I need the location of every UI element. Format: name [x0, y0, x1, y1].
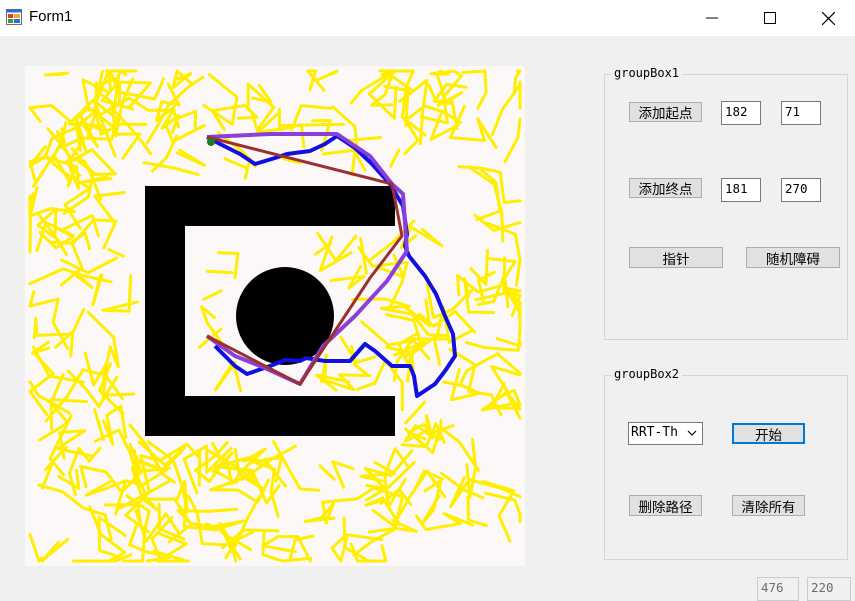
status-value-b: 220: [807, 577, 851, 601]
rrt-tree-branch: [461, 69, 488, 110]
rrt-tree-branch: [202, 73, 239, 126]
chevron-down-icon: [687, 430, 697, 436]
add-start-button[interactable]: 添加起点: [629, 102, 702, 122]
window-title: Form1: [29, 8, 73, 25]
rrt-tree-branch: [389, 148, 401, 168]
close-icon: [821, 11, 835, 25]
rrt-tree-branch: [103, 392, 135, 397]
clear-all-button[interactable]: 清除所有: [732, 495, 805, 516]
start-y-field[interactable]: 71: [781, 101, 821, 125]
rrt-tree-branch: [318, 464, 336, 481]
maximize-button[interactable]: [741, 0, 799, 36]
group-box-2: groupBox2: [604, 367, 848, 560]
rrt-tree-branch: [303, 502, 336, 524]
algorithm-select[interactable]: RRT-Th: [628, 422, 703, 445]
rrt-tree-branch: [28, 185, 39, 254]
app-icon: [6, 9, 22, 25]
goal-y-field[interactable]: 270: [781, 178, 821, 202]
rrt-tree-branch: [355, 381, 377, 391]
rrt-tree-branch: [458, 352, 522, 387]
rrt-tree-branch: [72, 553, 133, 563]
path-planning-canvas[interactable]: [25, 66, 525, 566]
rrt-tree-branch: [251, 83, 273, 104]
rrt-tree-branch: [503, 117, 522, 164]
start-x-field[interactable]: 182: [721, 101, 761, 125]
rrt-tree-branch: [404, 400, 427, 425]
minimize-icon: [706, 17, 718, 19]
rrt-tree-branch: [142, 161, 200, 176]
rrt-tree-branch: [107, 248, 125, 258]
rrt-tree-branch: [465, 437, 478, 500]
rrt-tree-branch: [429, 69, 463, 96]
goal-x-field[interactable]: 181: [721, 178, 761, 202]
rrt-tree-branch: [475, 168, 502, 222]
group-box-1-legend: groupBox1: [611, 66, 683, 80]
rrt-tree-branch: [314, 69, 339, 83]
rrt-tree-branch: [306, 69, 326, 92]
rrt-tree-branch: [246, 82, 276, 132]
rrt-tree-branch: [329, 264, 366, 290]
rrt-tree-branch: [175, 148, 207, 167]
close-button[interactable]: [799, 0, 855, 36]
rrt-tree-branch: [490, 80, 522, 137]
rrt-tree-branch: [68, 446, 102, 497]
maximize-icon: [764, 12, 776, 24]
random-obstacle-button[interactable]: 随机障碍: [746, 247, 840, 268]
rrt-tree-branch: [331, 460, 355, 489]
canvas-drawing: [28, 69, 522, 563]
rrt-tree-branch: [54, 307, 86, 349]
rrt-tree-branch: [350, 297, 411, 308]
rrt-tree-branch: [457, 165, 522, 205]
algorithm-selected-value: RRT-Th: [631, 425, 678, 440]
rrt-tree-branch: [223, 157, 249, 170]
start-point-marker: [207, 138, 215, 146]
pointer-button[interactable]: 指针: [629, 247, 723, 268]
rrt-tree-branch: [407, 104, 443, 120]
rrt-tree-branch: [40, 537, 70, 563]
rrt-tree-branch: [202, 289, 223, 301]
minimize-button[interactable]: [683, 0, 741, 36]
rrt-tree-branch: [277, 107, 306, 149]
delete-path-button[interactable]: 删除路径: [629, 495, 702, 516]
start-button[interactable]: 开始: [732, 423, 805, 444]
title-bar: Form1: [0, 0, 855, 36]
rrt-tree-branch: [43, 71, 70, 77]
rrt-tree-branch: [28, 533, 44, 563]
status-value-a: 476: [757, 577, 799, 601]
rrt-tree-branch: [93, 408, 106, 442]
rrt-tree-branch: [495, 337, 522, 348]
rrt-tree-branch: [79, 175, 113, 184]
rrt-tree-branch: [279, 122, 345, 128]
add-goal-button[interactable]: 添加终点: [629, 178, 702, 198]
rrt-tree-branch: [466, 495, 488, 528]
group-box-2-legend: groupBox2: [611, 367, 683, 381]
rrt-tree-branch: [205, 269, 234, 275]
